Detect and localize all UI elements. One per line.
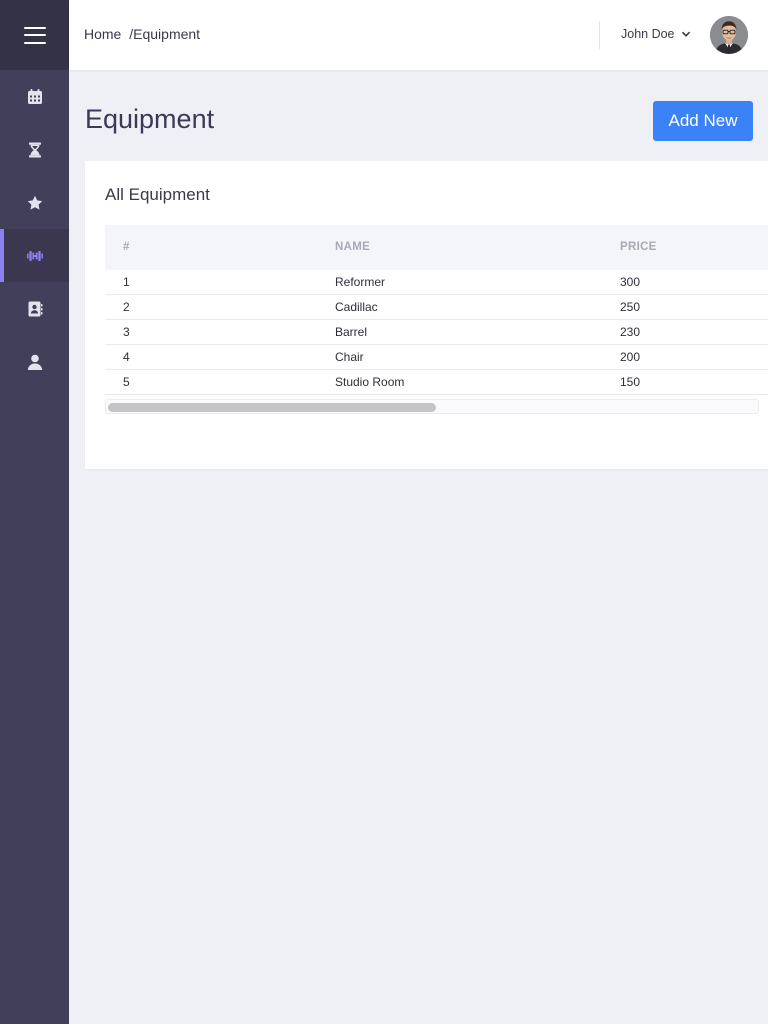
star-icon <box>27 195 42 210</box>
table-row[interactable]: 5 Studio Room 150 <box>105 370 768 395</box>
row-number: 2 <box>123 300 130 314</box>
add-new-button[interactable]: Add New <box>653 101 753 141</box>
sidebar-item-profile[interactable] <box>0 335 69 388</box>
top-header: Home /Equipment John Doe <box>69 0 768 70</box>
row-price: 230 <box>620 325 641 339</box>
sidebar-header <box>0 0 69 70</box>
scrollbar-thumb[interactable] <box>108 403 436 412</box>
hourglass-icon <box>28 142 41 157</box>
table-header: # NAME PRICE <box>105 225 768 270</box>
row-name: Studio Room <box>335 375 405 389</box>
user-name: John Doe <box>621 27 675 41</box>
chevron-down-icon <box>681 31 690 37</box>
row-price: 300 <box>620 275 641 289</box>
sidebar-item-contacts[interactable] <box>0 282 69 335</box>
sidebar-item-favorites[interactable] <box>0 176 69 229</box>
table-row[interactable]: 1 Reformer 300 <box>105 270 768 295</box>
equipment-table: # NAME PRICE 1 Reformer 300 2 Cadillac 2… <box>105 225 768 395</box>
row-name: Reformer <box>335 275 386 289</box>
hamburger-menu-icon[interactable] <box>23 26 46 44</box>
breadcrumb-home-link[interactable]: Home <box>84 26 121 42</box>
row-name: Chair <box>335 350 364 364</box>
row-number: 4 <box>123 350 130 364</box>
row-number: 1 <box>123 275 130 289</box>
table-row[interactable]: 2 Cadillac 250 <box>105 295 768 320</box>
row-price: 200 <box>620 350 641 364</box>
sidebar-item-calendar[interactable] <box>0 70 69 123</box>
column-header-name[interactable]: NAME <box>335 241 370 253</box>
user-icon <box>27 354 42 370</box>
sidebar-item-equipment[interactable] <box>0 229 69 282</box>
user-menu-toggle[interactable]: John Doe <box>621 27 691 41</box>
breadcrumb: Home /Equipment <box>84 26 200 42</box>
contact-book-icon <box>28 301 42 316</box>
row-price: 250 <box>620 300 641 314</box>
equipment-card: All Equipment # NAME PRICE 1 Reformer 30… <box>85 161 768 469</box>
table-row[interactable]: 3 Barrel 230 <box>105 320 768 345</box>
row-name: Cadillac <box>335 300 378 314</box>
row-price: 150 <box>620 375 641 389</box>
calendar-icon <box>27 88 42 104</box>
row-name: Barrel <box>335 325 368 339</box>
card-title: All Equipment <box>105 185 210 204</box>
row-number: 5 <box>123 375 130 389</box>
row-number: 3 <box>123 325 130 339</box>
column-header-price[interactable]: PRICE <box>620 241 657 253</box>
sidebar <box>0 0 69 1024</box>
breadcrumb-current: /Equipment <box>129 26 201 42</box>
header-divider <box>599 21 600 49</box>
user-avatar[interactable] <box>710 16 748 54</box>
sidebar-item-hourglass[interactable] <box>0 123 69 176</box>
table-row[interactable]: 4 Chair 200 <box>105 345 768 370</box>
dumbbell-icon <box>26 250 43 261</box>
column-header-number[interactable]: # <box>123 241 130 253</box>
page-title: Equipment <box>85 104 215 134</box>
horizontal-scrollbar[interactable] <box>105 399 759 414</box>
